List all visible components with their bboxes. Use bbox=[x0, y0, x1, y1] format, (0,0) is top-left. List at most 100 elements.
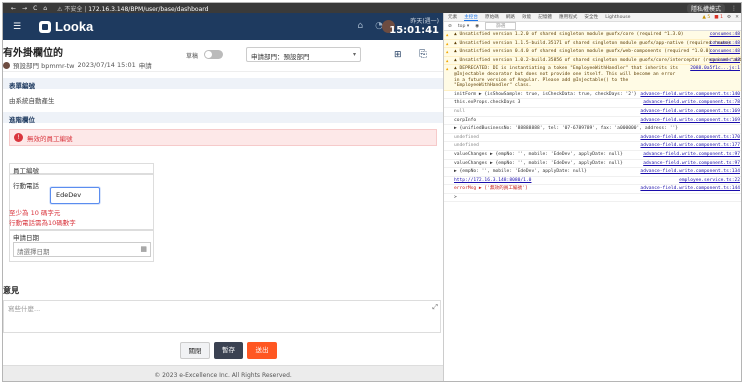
source-link[interactable]: advance-field.write.component.ts:78 bbox=[643, 100, 740, 106]
hamburger-icon[interactable]: ☰ bbox=[13, 22, 25, 32]
source-link[interactable]: consumes:48 bbox=[710, 49, 740, 55]
source-link[interactable]: advance-field.write.component.ts:140 bbox=[640, 92, 740, 98]
department-select[interactable]: 申請部門：預設部門 ▾ bbox=[246, 47, 361, 62]
close-button[interactable]: 關閉 bbox=[180, 342, 210, 359]
mobile-error-digits: 行動電話需為10碼數字 bbox=[9, 219, 76, 227]
logo-text: Looka bbox=[55, 19, 94, 34]
devtools-pane: 元素 主控台 原始碼 網路 效能 記憶體 應用程式 安全性 Lighthouse… bbox=[443, 13, 741, 381]
devtools-tab-sources[interactable]: 原始碼 bbox=[485, 14, 499, 20]
source-link[interactable]: advance-field.write.component.ts:169 bbox=[640, 118, 740, 124]
apply-date-input[interactable]: 請選擇日期 ▦ bbox=[13, 242, 151, 257]
calendar-icon[interactable]: ▦ bbox=[140, 245, 147, 253]
console-warning: ▲ DEPRECATED: DI is instantiating a toke… bbox=[444, 65, 741, 91]
source-link[interactable]: consumes:48 bbox=[710, 41, 740, 47]
private-mode-pill[interactable]: 隱私權模式 bbox=[686, 3, 725, 13]
console-message-text: corpInfo bbox=[454, 117, 477, 123]
console-message-text: ▲ Unsatisfied version 1.2.0 of shared si… bbox=[454, 32, 684, 37]
console-filter-input[interactable]: 篩選 bbox=[485, 22, 517, 30]
back-button[interactable]: ← bbox=[11, 5, 16, 12]
source-link[interactable]: advance-field.write.component.ts:169 bbox=[640, 109, 740, 115]
console-message-text: valueChanges ▶ {empNo: '', mobile: 'EdeD… bbox=[454, 151, 623, 157]
devtools-tab-elements[interactable]: 元素 bbox=[448, 14, 457, 20]
auto-number-text: 由系統自動產生 bbox=[9, 97, 55, 105]
comment-textarea[interactable]: 寫些什麼... ⤢ bbox=[3, 300, 441, 333]
source-link[interactable]: advance-field.write.component.ts:97 bbox=[643, 152, 740, 158]
devtools-tab-memory[interactable]: 記憶體 bbox=[538, 14, 552, 20]
console-message: errorMsg ▶ ['無效的員工編號'] advance-field.writ… bbox=[444, 185, 741, 194]
console-message-text: > bbox=[454, 194, 457, 200]
devtools-tabs: 元素 主控台 原始碼 網路 效能 記憶體 應用程式 安全性 Lighthouse… bbox=[444, 13, 741, 22]
home-button[interactable]: ⌂ bbox=[43, 5, 47, 12]
console-message-text: ▲ Unsatisfied version 1.1.5-build.35171 … bbox=[454, 40, 731, 46]
devtools-tab-console[interactable]: 主控台 bbox=[464, 14, 478, 21]
draft-toggle[interactable] bbox=[204, 50, 223, 59]
reload-button[interactable]: C bbox=[33, 5, 37, 12]
section-advanced-fields: 進階欄位 bbox=[3, 112, 443, 124]
clear-console-icon[interactable]: ⊘ bbox=[448, 24, 452, 29]
console-message: this.exProps.checkDays 3 advance-field.wr… bbox=[444, 99, 741, 108]
source-link[interactable]: employee.service.ts:22 bbox=[679, 178, 740, 184]
context-select[interactable]: top ▾ bbox=[458, 24, 469, 29]
console-message: undefined advance-field.write.component.t… bbox=[444, 142, 741, 151]
source-link[interactable]: consumes:48 bbox=[710, 32, 740, 38]
console-message-text: ▶ {empNo: '', mobile: 'EdeDev', applyDat… bbox=[454, 169, 587, 175]
error-alert: ! 無效的員工編號 bbox=[9, 129, 437, 146]
expand-icon[interactable]: ⤢ bbox=[432, 303, 438, 312]
console-message: http://172.16.3.148:8080/1.0 employee.ser… bbox=[444, 177, 741, 186]
source-link[interactable]: advance-field.write.component.ts:144 bbox=[640, 186, 740, 192]
error-icon: ! bbox=[14, 133, 23, 142]
document-settings-icon[interactable]: ⎘ bbox=[419, 49, 427, 60]
app-logo[interactable]: Looka bbox=[39, 19, 93, 34]
browser-menu-icon[interactable]: ⋮ bbox=[731, 5, 737, 12]
mobile-input[interactable]: EdeDev bbox=[50, 187, 100, 204]
app-topbar: ☰ Looka ⌂ ◔ 昨天(週一) 15:01:41 bbox=[3, 13, 443, 40]
forward-button[interactable]: → bbox=[22, 5, 27, 12]
employee-id-field[interactable]: 員工編號 bbox=[9, 163, 154, 175]
source-link[interactable]: advance-field.write.component.ts:170 bbox=[640, 135, 740, 141]
console-message: null advance-field.write.component.ts:169 bbox=[444, 108, 741, 117]
app-pane: ☰ Looka ⌂ ◔ 昨天(週一) 15:01:41 有外掛欄位的 預設部門 … bbox=[3, 13, 443, 381]
console-warning: ▲ Unsatisfied version 0.4.0 of shared si… bbox=[444, 48, 741, 57]
source-link[interactable]: consumes:48 bbox=[710, 58, 740, 64]
browser-nav: ← → C ⌂ bbox=[3, 5, 47, 12]
clock: 昨天(週一) 15:01:41 bbox=[389, 16, 439, 36]
source-link[interactable]: 2088.0a5f1c...js:1 bbox=[690, 66, 740, 72]
applicant-avatar bbox=[3, 61, 10, 69]
console-message-text: this.exProps.checkDays 3 bbox=[454, 100, 521, 106]
console-message: undefined advance-field.write.component.t… bbox=[444, 134, 741, 143]
clock-time: 15:01:41 bbox=[389, 25, 439, 36]
devtools-tab-performance[interactable]: 效能 bbox=[522, 14, 531, 20]
console-message-text: errorMsg ▶ ['無效的員工編號'] bbox=[454, 186, 528, 192]
eye-icon[interactable]: ◉ bbox=[475, 24, 479, 29]
console-message-text: ▶ {unifiedBusinessNo: '88888888', tel: '… bbox=[454, 126, 679, 132]
devtools-settings-icon[interactable]: ⚙ bbox=[727, 15, 731, 20]
org-chart-icon[interactable]: ⊞ bbox=[394, 50, 402, 60]
address-bar[interactable]: ⚠ 不安全 | 172.16.3.148/BPM/user/base/dashb… bbox=[57, 4, 208, 13]
devtools-tab-application[interactable]: 應用程式 bbox=[559, 14, 577, 20]
console-warning: ▲ Unsatisfied version 1.2.0 of shared si… bbox=[444, 31, 741, 40]
mobile-error-min-length: 至少為 10 碼字元 bbox=[9, 209, 61, 217]
source-link[interactable]: advance-field.write.component.ts:177 bbox=[640, 143, 740, 149]
submit-button[interactable]: 送出 bbox=[247, 342, 277, 359]
console-message-text: null bbox=[454, 108, 466, 114]
console-message-text: valueChanges ▶ {empNo: '', mobile: 'EdeD… bbox=[454, 160, 623, 166]
browser-right: 隱私權模式 ⋮ bbox=[686, 3, 737, 13]
app-footer: © 2023 e-Excellence Inc. All Rights Rese… bbox=[3, 365, 443, 381]
devtools-tab-security[interactable]: 安全性 bbox=[584, 14, 598, 20]
console-message: initForm ▶ {isShowSample: true, isCheckD… bbox=[444, 91, 741, 100]
form-header: 有外掛欄位的 預設部門 bpmmr-tw 2023/07/14 15:01 申請… bbox=[3, 40, 443, 72]
devtools-tab-network[interactable]: 網路 bbox=[506, 14, 515, 20]
source-link[interactable]: advance-field.write.component.ts:97 bbox=[643, 161, 740, 167]
apply-date-placeholder: 請選擇日期 bbox=[17, 248, 50, 256]
source-link[interactable]: advance-field.write.component.ts:134 bbox=[640, 169, 740, 175]
home-icon[interactable]: ⌂ bbox=[357, 21, 363, 31]
apply-datetime: 2023/07/14 15:01 bbox=[77, 61, 136, 69]
devtools-tab-lighthouse[interactable]: Lighthouse bbox=[605, 15, 630, 20]
console-message-text: undefined bbox=[454, 134, 479, 140]
warning-count-badge[interactable]: ▲ 5 bbox=[702, 15, 710, 20]
save-draft-button[interactable]: 暫存 bbox=[214, 342, 243, 359]
error-count-badge[interactable]: ■ 1 bbox=[714, 15, 723, 20]
console-message-text: undefined bbox=[454, 143, 479, 149]
devtools-close-icon[interactable]: ✕ bbox=[735, 15, 739, 20]
error-alert-text: 無效的員工編號 bbox=[27, 134, 73, 143]
